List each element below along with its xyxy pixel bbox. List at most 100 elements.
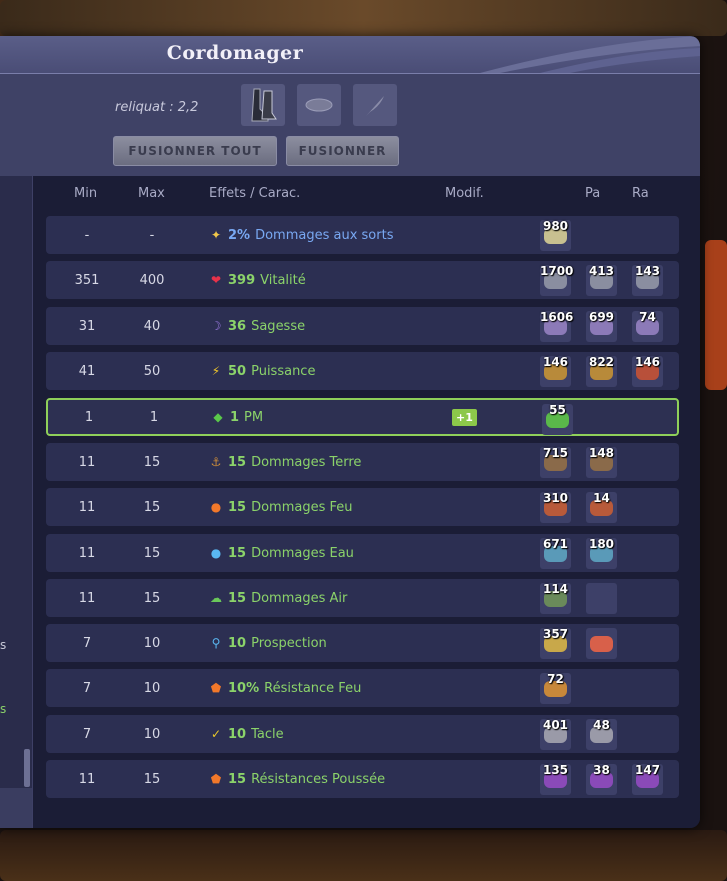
effect-value: 10% <box>228 680 260 696</box>
side-panel: s s <box>0 176 33 828</box>
rune-slot[interactable] <box>586 583 617 614</box>
background-shelf <box>0 0 727 36</box>
rune-slot[interactable]: 1606 <box>540 310 574 342</box>
row-max: 40 <box>143 318 161 334</box>
effect-label: Dommages Air <box>251 590 348 606</box>
rune-quantity: 1606 <box>540 310 574 324</box>
moon-icon: ☽ <box>210 319 222 333</box>
shield-fire-icon: ⬟ <box>210 681 222 695</box>
rune-slot[interactable]: 310 <box>540 491 571 523</box>
row-effect: ☽ 36 Sagesse <box>209 307 489 345</box>
title-bar[interactable]: Cordomager <box>0 36 700 74</box>
rune-slot[interactable]: 72 <box>540 672 571 704</box>
item-slot-rune[interactable] <box>297 84 341 126</box>
row-max: 15 <box>143 499 161 515</box>
background-candle <box>705 240 727 390</box>
rune-slot[interactable]: 180 <box>586 537 617 569</box>
rune-slot[interactable]: 148 <box>586 446 617 478</box>
table-row[interactable]: 7 10 ⬟ 10% Résistance Feu 72 <box>46 669 679 707</box>
rune-slot[interactable]: 74 <box>632 310 663 342</box>
item-slot-potion[interactable] <box>353 84 397 126</box>
row-min: 7 <box>82 635 92 651</box>
rune-slot[interactable]: 14 <box>586 491 617 523</box>
row-effect: ❤ 399 Vitalité <box>209 261 489 299</box>
rune-slot[interactable]: 699 <box>586 310 617 342</box>
row-effect: ⬟ 15 Résistances Poussée <box>209 760 489 798</box>
row-min: 11 <box>78 771 96 787</box>
row-min: 11 <box>78 454 96 470</box>
side-bottom-bar <box>0 788 32 828</box>
earth-icon: ⚓ <box>210 455 222 469</box>
rune-icon <box>590 636 613 652</box>
rune-quantity: 143 <box>634 264 661 278</box>
diamond-icon: ◆ <box>213 410 223 424</box>
side-scrollbar[interactable] <box>24 749 30 787</box>
effect-value: 10 <box>228 635 247 651</box>
rune-quantity: 822 <box>588 355 615 369</box>
table-row[interactable]: 7 10 ✓ 10 Tacle 401 48 <box>46 715 679 753</box>
rune-slot[interactable]: 143 <box>632 264 663 296</box>
rune-quantity: 310 <box>542 491 569 505</box>
rune-quantity: 55 <box>549 403 566 417</box>
rune-slot[interactable]: 38 <box>586 763 617 795</box>
table-row[interactable]: 11 15 ● 15 Dommages Feu 310 14 <box>46 488 679 526</box>
rune-quantity: 147 <box>634 763 661 777</box>
effect-label: PM <box>244 409 264 425</box>
row-modif: +1 <box>452 400 478 434</box>
rune-quantity: 38 <box>593 763 610 777</box>
table-row[interactable]: 11 15 ● 15 Dommages Eau 671 180 <box>46 534 679 572</box>
table-row[interactable]: 11 15 ☁ 15 Dommages Air 114 <box>46 579 679 617</box>
table-row[interactable]: 7 10 ⚲ 10 Prospection 357 <box>46 624 679 662</box>
rune-slot[interactable]: 413 <box>586 264 617 296</box>
rune-quantity: 146 <box>634 355 661 369</box>
rune-slot[interactable]: 401 <box>540 718 571 750</box>
rune-slot[interactable]: 135 <box>540 763 571 795</box>
rune-slot[interactable]: 55 <box>542 403 573 435</box>
effect-value: 10 <box>228 726 247 742</box>
row-min: 31 <box>78 318 96 334</box>
rune-slot[interactable]: 671 <box>540 537 571 569</box>
table-row[interactable]: 31 40 ☽ 36 Sagesse 1606 699 74 <box>46 307 679 345</box>
top-panel: reliquat : 2,2 FUSIONNER TOUT FUSIONNER <box>0 74 700 176</box>
row-max: 15 <box>143 590 161 606</box>
row-max: 400 <box>139 272 165 288</box>
rune-quantity: 135 <box>542 763 569 777</box>
rune-slot[interactable]: 822 <box>586 355 617 387</box>
rune-slot[interactable]: 980 <box>540 219 571 251</box>
rune-quantity: 14 <box>593 491 610 505</box>
rune-slot[interactable] <box>586 628 617 659</box>
rune-quantity: 357 <box>542 627 569 641</box>
row-effect: ● 15 Dommages Feu <box>209 488 489 526</box>
table-row[interactable]: 41 50 ⚡ 50 Puissance 146 822 146 <box>46 352 679 390</box>
table-row[interactable]: - - ✦ 2% Dommages aux sorts 980 <box>46 216 679 254</box>
rune-slot[interactable]: 147 <box>632 763 663 795</box>
fusion-all-button[interactable]: FUSIONNER TOUT <box>113 136 277 166</box>
effect-value: 15 <box>228 590 247 606</box>
rune-slot[interactable]: 146 <box>540 355 571 387</box>
rune-slot[interactable]: 114 <box>540 582 571 614</box>
shield-push-icon: ⬟ <box>210 772 222 786</box>
fusion-button[interactable]: FUSIONNER <box>286 136 399 166</box>
effect-label: Vitalité <box>260 272 306 288</box>
effect-label: Dommages Terre <box>251 454 362 470</box>
row-effect: ⚡ 50 Puissance <box>209 352 489 390</box>
row-max: 10 <box>143 635 161 651</box>
row-min: 41 <box>78 363 96 379</box>
effect-value: 15 <box>228 499 247 515</box>
rune-slot[interactable]: 357 <box>540 627 571 659</box>
rune-quantity: 980 <box>542 219 569 233</box>
rune-slot[interactable]: 715 <box>540 446 571 478</box>
row-effect: ✓ 10 Tacle <box>209 715 489 753</box>
rune-slot[interactable]: 1700 <box>540 264 573 296</box>
rune-slot[interactable]: 48 <box>586 718 617 750</box>
table-row[interactable]: 11 15 ⚓ 15 Dommages Terre 715 148 <box>46 443 679 481</box>
row-max: 15 <box>143 454 161 470</box>
rune-slot[interactable]: 146 <box>632 355 663 387</box>
table-row[interactable]: 1 1 ◆ 1 PM +1 55 <box>46 398 679 436</box>
row-min: - <box>84 227 90 243</box>
boots-icon <box>251 88 277 122</box>
table-row[interactable]: 351 400 ❤ 399 Vitalité 1700 413 143 <box>46 261 679 299</box>
row-max: - <box>149 227 155 243</box>
table-row[interactable]: 11 15 ⬟ 15 Résistances Poussée 135 38 147 <box>46 760 679 798</box>
item-slot-boots[interactable] <box>241 84 285 126</box>
